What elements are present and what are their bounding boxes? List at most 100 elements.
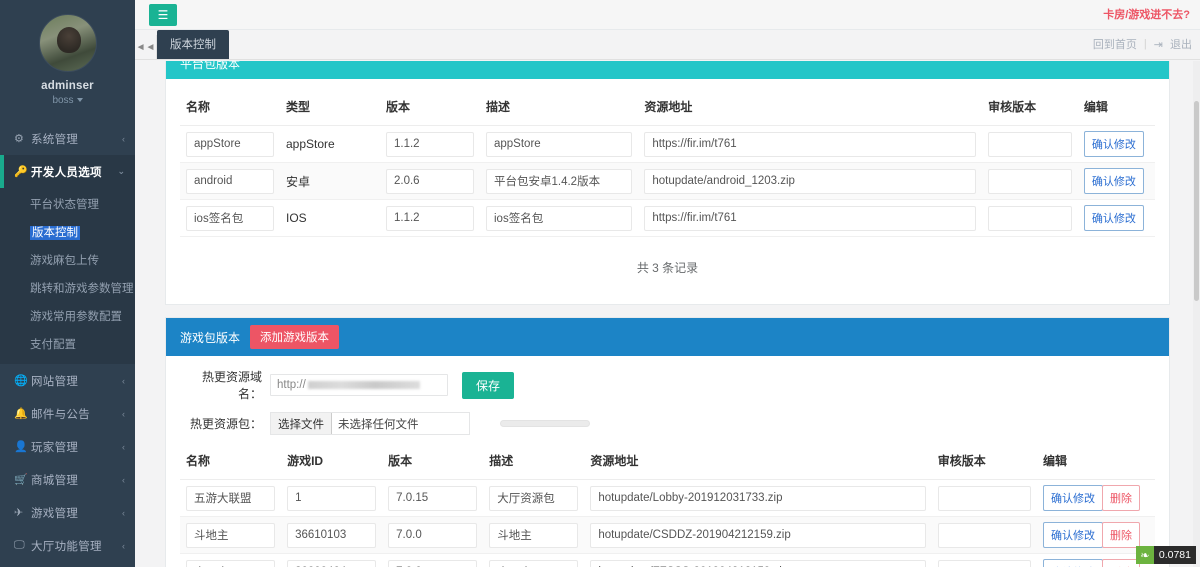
- version-input[interactable]: [386, 206, 474, 231]
- cell-name: [180, 480, 281, 517]
- url-input[interactable]: [590, 523, 925, 548]
- logout-icon[interactable]: ⇥: [1154, 38, 1163, 51]
- sidebar-item-player[interactable]: 👤 玩家管理 ‹: [0, 430, 135, 463]
- profile-block[interactable]: adminser boss: [0, 0, 135, 116]
- audit-input[interactable]: [938, 523, 1031, 548]
- scrollbar-thumb[interactable]: [1194, 101, 1199, 301]
- audit-input[interactable]: [938, 486, 1031, 511]
- app-root: adminser boss ⚙ 系统管理 ‹ 🔑 开发人员选项 ⌄ 平台状态管理…: [0, 0, 1200, 567]
- cell-audit: [932, 554, 1037, 567]
- name-input[interactable]: [186, 560, 275, 567]
- table-row: IOS 确认修改: [180, 200, 1155, 237]
- desc-input[interactable]: [489, 486, 578, 511]
- name-input[interactable]: [186, 523, 275, 548]
- choose-file-button[interactable]: 选择文件: [271, 413, 332, 434]
- tab-version-control[interactable]: 版本控制: [157, 30, 229, 59]
- sidebar-item-club[interactable]: ♛ 俱乐部管理 ‹: [0, 562, 135, 567]
- content-scroll-area[interactable]: 平台包版本 名称 类型 版本 描述 资源地址 审核版本 编辑: [135, 61, 1200, 567]
- name-input[interactable]: [186, 169, 274, 194]
- sidebar-subitem-common-params[interactable]: 游戏常用参数配置: [0, 302, 135, 330]
- confirm-edit-button[interactable]: 确认修改: [1084, 205, 1144, 231]
- sidebar-item-shop[interactable]: 🛒 商城管理 ‹: [0, 463, 135, 496]
- sidebar-subitem-jump-params[interactable]: 跳转和游戏参数管理: [0, 274, 135, 302]
- file-input[interactable]: 选择文件 未选择任何文件: [270, 412, 470, 435]
- version-input[interactable]: [388, 523, 477, 548]
- sidebar-item-mail[interactable]: 🔔 邮件与公告 ‹: [0, 397, 135, 430]
- cell-name: [180, 554, 281, 567]
- logout-link[interactable]: 退出: [1170, 36, 1192, 52]
- tabbar-actions: 回到首页 | ⇥ 退出: [1093, 36, 1192, 52]
- version-input[interactable]: [386, 132, 474, 157]
- desc-input[interactable]: [486, 132, 632, 157]
- sidebar-item-developer[interactable]: 🔑 开发人员选项 ⌄: [0, 155, 135, 188]
- game-version-panel: 游戏包版本 添加游戏版本 热更资源域名： http:// 保存 热更资源包：: [165, 317, 1170, 567]
- game-id-input[interactable]: [287, 486, 376, 511]
- url-input[interactable]: [644, 206, 976, 231]
- sidebar-subitem-payment-config[interactable]: 支付配置: [0, 330, 135, 358]
- sidebar-item-game[interactable]: ✈ 游戏管理 ‹: [0, 496, 135, 529]
- desc-input[interactable]: [489, 560, 578, 567]
- sidebar-submenu: 平台状态管理 版本控制 游戏麻包上传 跳转和游戏参数管理 游戏常用参数配置 支付…: [0, 188, 135, 364]
- url-input[interactable]: [590, 486, 925, 511]
- sidebar-subitem-game-upload[interactable]: 游戏麻包上传: [0, 246, 135, 274]
- delete-button[interactable]: 删除: [1102, 559, 1140, 567]
- confirm-edit-button[interactable]: 确认修改: [1084, 168, 1144, 194]
- audit-input[interactable]: [938, 560, 1031, 567]
- hamburger-icon[interactable]: ☰: [149, 4, 177, 26]
- version-input[interactable]: [388, 560, 477, 567]
- confirm-edit-button[interactable]: 确认修改: [1043, 485, 1103, 511]
- audit-input[interactable]: [988, 206, 1072, 231]
- home-link[interactable]: 回到首页: [1093, 36, 1137, 52]
- platform-panel-title: 平台包版本: [180, 61, 240, 72]
- sidebar-item-label: 网站管理: [31, 373, 122, 389]
- chevron-left-icon: ‹: [122, 376, 125, 386]
- sidebar-subitem-platform-status[interactable]: 平台状态管理: [0, 190, 135, 218]
- alert-link[interactable]: 卡房/游戏进不去?: [1103, 6, 1190, 22]
- game-id-input[interactable]: [287, 560, 376, 567]
- record-count: 共 3 条记录: [180, 237, 1155, 296]
- desc-input[interactable]: [486, 206, 632, 231]
- sidebar-item-website[interactable]: 🌐 网站管理 ‹: [0, 364, 135, 397]
- desc-input[interactable]: [486, 169, 632, 194]
- version-input[interactable]: [386, 169, 474, 194]
- chevron-left-icon: ‹: [122, 442, 125, 452]
- url-input[interactable]: [644, 132, 976, 157]
- version-input[interactable]: [388, 486, 477, 511]
- audit-input[interactable]: [988, 169, 1072, 194]
- sidebar-item-lobby[interactable]: 🖵 大厅功能管理 ‹: [0, 529, 135, 562]
- chevron-down-icon: [77, 98, 83, 102]
- delete-button[interactable]: 删除: [1102, 522, 1140, 548]
- vertical-scrollbar[interactable]: [1193, 61, 1200, 567]
- save-button[interactable]: 保存: [462, 372, 514, 399]
- cell-version: [380, 126, 480, 163]
- name-input[interactable]: [186, 206, 274, 231]
- performance-badge[interactable]: ❧ 0.0781: [1136, 546, 1196, 564]
- delete-button[interactable]: 删除: [1102, 485, 1140, 511]
- domain-form-row: 热更资源域名： http:// 保存: [180, 368, 1155, 402]
- user-role-label: boss: [52, 95, 73, 106]
- url-input[interactable]: [644, 169, 976, 194]
- url-input[interactable]: [590, 560, 925, 567]
- confirm-edit-button[interactable]: 确认修改: [1043, 522, 1103, 548]
- desc-input[interactable]: [489, 523, 578, 548]
- cell-game-id: [281, 517, 382, 554]
- file-label: 热更资源包：: [180, 415, 270, 432]
- user-role[interactable]: boss: [0, 95, 135, 106]
- add-game-version-button[interactable]: 添加游戏版本: [250, 325, 339, 349]
- domain-input[interactable]: http://: [270, 374, 448, 396]
- name-input[interactable]: [186, 132, 274, 157]
- double-left-icon[interactable]: ◄◄: [135, 35, 157, 59]
- domain-label: 热更资源域名：: [180, 368, 270, 402]
- name-input[interactable]: [186, 486, 275, 511]
- confirm-edit-button[interactable]: 确认修改: [1043, 559, 1103, 567]
- audit-input[interactable]: [988, 132, 1072, 157]
- sidebar-item-system[interactable]: ⚙ 系统管理 ‹: [0, 122, 135, 155]
- avatar[interactable]: [39, 14, 97, 72]
- cell-url: [638, 200, 982, 237]
- game-id-input[interactable]: [287, 523, 376, 548]
- sidebar-subitem-version-control[interactable]: 版本控制: [0, 218, 135, 246]
- confirm-edit-button[interactable]: 确认修改: [1084, 131, 1144, 157]
- cell-desc: [483, 480, 584, 517]
- cell-version: [380, 200, 480, 237]
- cell-url: [584, 517, 931, 554]
